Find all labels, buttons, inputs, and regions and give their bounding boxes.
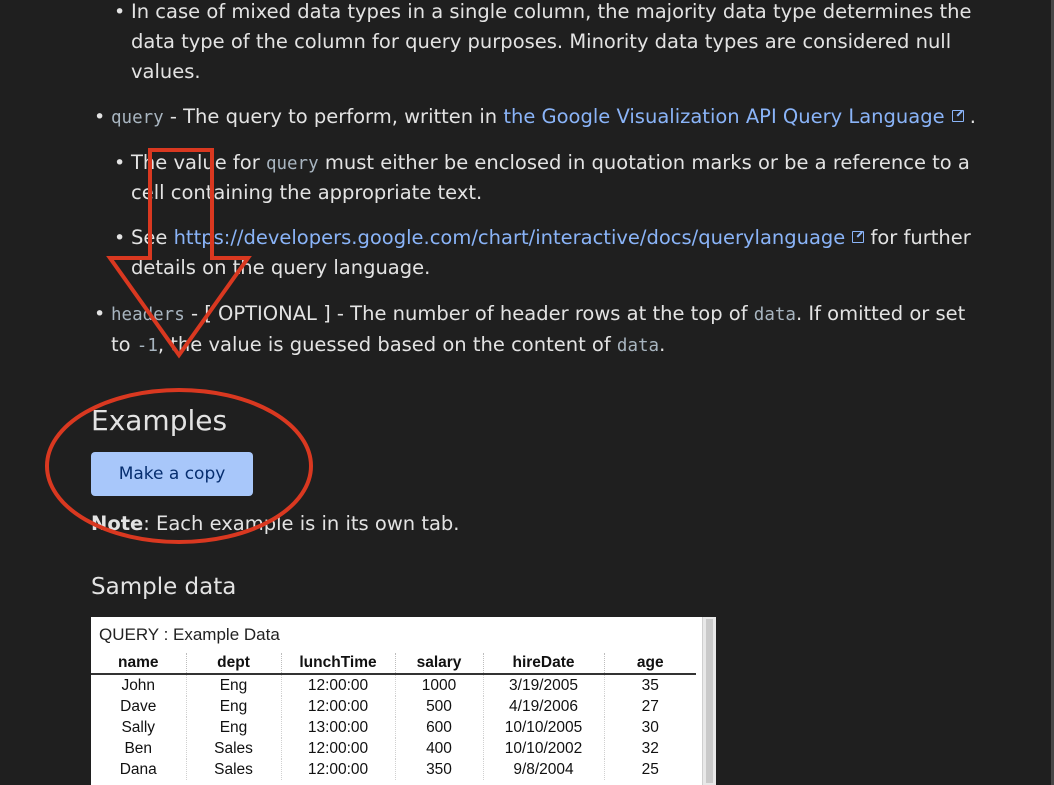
note-label: Note — [91, 512, 144, 535]
table-cell: 35 — [603, 674, 696, 696]
make-a-copy-button[interactable]: Make a copy — [91, 452, 253, 496]
table-cell: 12:00:00 — [280, 674, 395, 696]
table-cell: Eng — [185, 717, 281, 738]
value-pre: The value for — [131, 151, 266, 174]
table-cell: Eng — [185, 696, 281, 717]
see-line1: See https://developers.google.com/chart/… — [131, 223, 971, 253]
sample-data-heading: Sample data — [91, 574, 237, 600]
table-cell: 32 — [603, 738, 696, 759]
table-cell: 27 — [603, 696, 696, 717]
table-cell: 9/8/2004 — [482, 759, 604, 780]
table-row: Sally Eng 13:00:00 600 10/10/2005 30 — [91, 717, 696, 738]
headers-optional-pre: - — [184, 302, 205, 325]
column-header: hireDate — [482, 653, 604, 675]
examples-heading: Examples — [91, 404, 228, 437]
mixed-types-line1: In case of mixed data types in a single … — [131, 0, 972, 23]
table-cell: 600 — [394, 717, 483, 738]
table-cell: 1000 — [394, 674, 483, 696]
table-cell: 25 — [603, 759, 696, 780]
table-cell: Dana — [119, 760, 157, 778]
note-line: Note: Each example is in its own tab. — [91, 509, 460, 539]
headers-line2-end: . — [659, 333, 666, 356]
see-post: for further — [864, 226, 971, 249]
query-docs-link[interactable]: https://developers.google.com/chart/inte… — [174, 226, 846, 249]
sheet-title: QUERY : Example Data — [99, 625, 280, 644]
headers-line2-pre: to — [111, 333, 137, 356]
headers-line1: headers - [ OPTIONAL ] - The number of h… — [111, 299, 965, 330]
bullet-dot: • — [114, 1, 126, 23]
see-pre: See — [131, 226, 174, 249]
table-cell: 400 — [394, 738, 483, 759]
table-cell: 12:00:00 — [280, 759, 395, 780]
table-cell: 350 — [394, 759, 483, 780]
table-row: Dave Eng 12:00:00 500 4/19/2006 27 — [91, 696, 696, 717]
sheet-scrollbar[interactable] — [702, 617, 716, 785]
query-language-link[interactable]: the Google Visualization API Query Langu… — [503, 105, 944, 128]
table-cell: 4/19/2006 — [482, 696, 604, 717]
mixed-types-line2: data type of the column for query purpos… — [131, 30, 952, 53]
column-header: lunchTime — [280, 653, 395, 675]
query-param-code: query — [111, 108, 164, 128]
value-code: query — [265, 154, 319, 174]
table-cell: Sally — [121, 718, 156, 736]
headers-desc2: . If omitted or set — [795, 302, 966, 325]
table-row: Dana Sales 12:00:00 350 9/8/2004 25 — [91, 759, 696, 780]
table-cell: John — [121, 676, 156, 694]
headers-data-code: data — [753, 305, 796, 325]
table-cell: Dave — [120, 697, 157, 715]
column-header: salary — [394, 653, 483, 675]
table-cell: 10/10/2005 — [482, 717, 604, 738]
value-post: must either be enclosed in quotation mar… — [318, 151, 970, 174]
headers-line2-mid: , the value is guessed based on the cont… — [157, 333, 617, 356]
mixed-types-line3: values. — [131, 60, 201, 83]
table-cell: Sales — [185, 759, 281, 780]
headers-line2: to -1, the value is guessed based on the… — [111, 330, 665, 361]
table-row: John Eng 12:00:00 1000 3/19/2005 35 — [91, 674, 696, 696]
table-cell: 10/10/2002 — [482, 738, 604, 759]
note-text: : Each example is in its own tab. — [143, 512, 460, 535]
bullet-dot: • — [114, 152, 126, 174]
headers-minus-one-code: -1 — [136, 336, 158, 356]
table-cell: 3/19/2005 — [482, 674, 604, 696]
query-end: . — [969, 105, 976, 128]
headers-param-code: headers — [111, 305, 185, 325]
value-line1: The value for query must either be enclo… — [131, 148, 970, 179]
external-link-icon[interactable] — [951, 110, 964, 122]
query-param-line: query - The query to perform, written in… — [111, 102, 976, 133]
headers-optional-tag: [ OPTIONAL ] — [204, 302, 331, 325]
see-line2: details on the query language. — [131, 256, 431, 279]
bullet-dot: • — [114, 227, 126, 249]
sample-data-table: name dept lunchTime salary hireDate age … — [91, 653, 696, 780]
table-cell: Ben — [124, 739, 153, 757]
headers-desc: - The number of header rows at the top o… — [330, 302, 754, 325]
table-cell: 12:00:00 — [280, 696, 395, 717]
bullet-dot: • — [94, 303, 106, 325]
bullet-dot: • — [94, 106, 106, 128]
table-row: Ben Sales 12:00:00 400 10/10/2002 32 — [91, 738, 696, 759]
query-desc: - The query to perform, written in — [163, 105, 504, 128]
table-cell: 13:00:00 — [280, 717, 395, 738]
table-cell: Sales — [185, 738, 281, 759]
sample-data-sheet[interactable]: QUERY : Example Data name dept lunchTime… — [91, 617, 716, 785]
column-header: name — [91, 653, 186, 675]
table-cell: 12:00:00 — [280, 738, 395, 759]
external-link-icon[interactable] — [852, 231, 865, 243]
column-header: dept — [185, 653, 281, 675]
table-cell: Eng — [185, 674, 281, 696]
doc-content: • In case of mixed data types in a singl… — [0, 0, 1054, 785]
scrollbar-thumb[interactable] — [706, 619, 713, 783]
value-line2: cell containing the appropriate text. — [131, 181, 483, 204]
table-header-row: name dept lunchTime salary hireDate age — [91, 653, 696, 675]
table-cell: 500 — [394, 696, 483, 717]
table-cell: 30 — [603, 717, 696, 738]
headers-data-code: data — [616, 336, 660, 356]
column-header: age — [603, 653, 696, 675]
